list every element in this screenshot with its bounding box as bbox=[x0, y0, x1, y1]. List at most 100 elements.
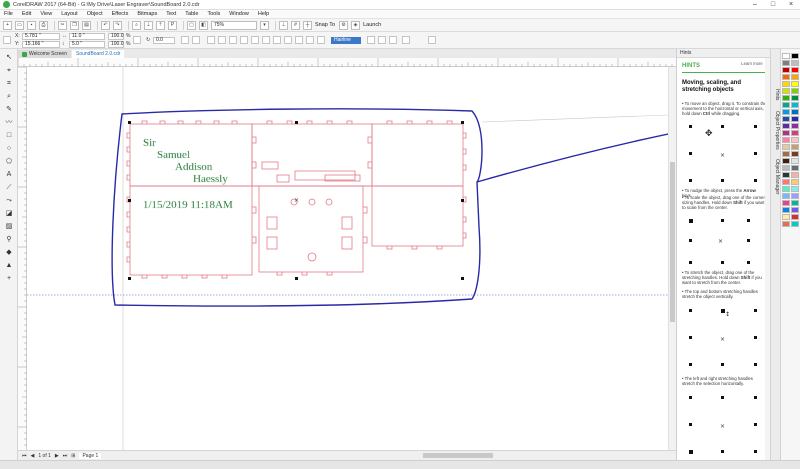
name-line-3[interactable]: Addison bbox=[175, 161, 213, 173]
menu-bitmaps[interactable]: Bitmaps bbox=[137, 11, 157, 17]
horizontal-ruler[interactable] bbox=[17, 58, 676, 67]
name-line-2[interactable]: Samuel bbox=[157, 149, 190, 161]
color-swatch[interactable] bbox=[782, 109, 790, 115]
next-page-icon[interactable]: ▶ bbox=[55, 453, 59, 459]
menu-object[interactable]: Object bbox=[87, 11, 103, 17]
new-document-icon[interactable]: + bbox=[3, 20, 12, 30]
color-swatch[interactable] bbox=[791, 172, 799, 178]
menu-help[interactable]: Help bbox=[258, 11, 269, 17]
color-swatch[interactable] bbox=[791, 95, 799, 101]
color-swatch[interactable] bbox=[782, 200, 790, 206]
color-swatch[interactable] bbox=[791, 214, 799, 220]
menu-view[interactable]: View bbox=[40, 11, 52, 17]
view-mode-icon[interactable]: ◧ bbox=[199, 20, 208, 30]
color-swatch[interactable] bbox=[791, 123, 799, 129]
color-swatch[interactable] bbox=[791, 137, 799, 143]
show-guidelines-icon[interactable]: ┼ bbox=[303, 20, 312, 30]
add-preset-icon[interactable] bbox=[428, 36, 436, 44]
handle-middle-left[interactable] bbox=[128, 199, 131, 202]
color-swatch[interactable] bbox=[791, 144, 799, 150]
vertical-scrollbar[interactable] bbox=[668, 67, 676, 450]
align-icon[interactable] bbox=[295, 36, 303, 44]
menu-layout[interactable]: Layout bbox=[61, 11, 78, 17]
page-tab[interactable]: Page 1 bbox=[79, 452, 102, 459]
break-apart-icon[interactable] bbox=[284, 36, 292, 44]
color-swatch[interactable] bbox=[791, 221, 799, 227]
color-swatch[interactable] bbox=[791, 109, 799, 115]
color-swatch[interactable] bbox=[791, 200, 799, 206]
arrowhead-icon[interactable] bbox=[251, 36, 259, 44]
export-icon[interactable]: ⇡ bbox=[156, 20, 165, 30]
color-swatch[interactable] bbox=[782, 221, 790, 227]
color-swatch[interactable] bbox=[782, 137, 790, 143]
drop-shadow-icon[interactable]: ◪ bbox=[4, 209, 14, 218]
color-swatch[interactable] bbox=[791, 81, 799, 87]
height-field[interactable]: 5.0 " bbox=[69, 41, 105, 48]
color-swatch[interactable] bbox=[791, 74, 799, 80]
panel-top-right[interactable] bbox=[371, 123, 464, 187]
handle-top-center[interactable] bbox=[295, 121, 298, 124]
open-folder-icon[interactable]: ▭ bbox=[15, 20, 24, 30]
rectangle-tool-icon[interactable]: □ bbox=[4, 131, 14, 140]
handle-top-right[interactable] bbox=[461, 121, 464, 124]
mirror-horizontal-icon[interactable] bbox=[181, 36, 189, 44]
zoom-dropdown-icon[interactable]: ▾ bbox=[260, 20, 269, 30]
show-rulers-icon[interactable]: ⊥ bbox=[279, 20, 288, 30]
save-icon[interactable]: ▪ bbox=[27, 20, 36, 30]
learn-more-link[interactable]: Learn more bbox=[739, 61, 765, 66]
tab-welcome-screen[interactable]: Welcome Screen bbox=[18, 50, 71, 58]
options-gear-icon[interactable]: ⚙ bbox=[339, 20, 349, 30]
rotation-angle-field[interactable]: 0.0 bbox=[153, 37, 175, 44]
add-page-icon[interactable]: ⊞ bbox=[71, 453, 75, 459]
color-swatch[interactable] bbox=[782, 151, 790, 157]
mirror-vertical-icon[interactable] bbox=[192, 36, 200, 44]
color-swatch[interactable] bbox=[782, 88, 790, 94]
color-swatch[interactable] bbox=[791, 186, 799, 192]
color-swatch[interactable] bbox=[782, 214, 790, 220]
color-swatch[interactable] bbox=[791, 102, 799, 108]
outline-width-select[interactable]: Hairline bbox=[331, 37, 361, 44]
menu-edit[interactable]: Edit bbox=[22, 11, 31, 17]
color-swatch[interactable] bbox=[782, 130, 790, 136]
color-swatch[interactable] bbox=[782, 53, 790, 59]
scrollbar-thumb[interactable] bbox=[670, 162, 675, 322]
handle-bottom-right[interactable] bbox=[461, 277, 464, 280]
line-style-icon[interactable] bbox=[240, 36, 248, 44]
color-swatch[interactable] bbox=[782, 179, 790, 185]
y-position-field[interactable]: 15.166 " bbox=[22, 41, 60, 48]
object-origin-icon[interactable] bbox=[3, 36, 11, 44]
print-icon[interactable]: ⎙ bbox=[39, 20, 48, 30]
node-edit-icon[interactable] bbox=[207, 36, 215, 44]
to-back-icon[interactable] bbox=[389, 36, 397, 44]
copy-icon[interactable]: ❐ bbox=[70, 20, 79, 30]
artistic-media-icon[interactable]: 〰 bbox=[4, 118, 14, 127]
undo-icon[interactable]: ↶ bbox=[101, 20, 110, 30]
color-swatch[interactable] bbox=[782, 60, 790, 66]
zoom-level-select[interactable]: 75% bbox=[211, 20, 257, 30]
redo-icon[interactable]: ↷ bbox=[113, 20, 122, 30]
lock-ratio-icon[interactable] bbox=[133, 36, 141, 44]
add-tool-icon[interactable]: + bbox=[4, 274, 14, 283]
color-swatch[interactable] bbox=[782, 207, 790, 213]
color-swatch[interactable] bbox=[782, 102, 790, 108]
wrap-text-icon[interactable] bbox=[367, 36, 375, 44]
show-grid-icon[interactable]: # bbox=[291, 20, 300, 30]
color-swatch[interactable] bbox=[791, 67, 799, 73]
publish-pdf-icon[interactable]: P bbox=[168, 20, 177, 30]
polygon-tool-icon[interactable]: ⬠ bbox=[4, 157, 14, 166]
freehand-tool-icon[interactable]: ✎ bbox=[4, 105, 14, 114]
launch-dropdown[interactable]: Launch bbox=[363, 22, 381, 28]
side-tab-hints[interactable]: Hints bbox=[772, 89, 780, 100]
menu-effects[interactable]: Effects bbox=[112, 11, 129, 17]
menu-window[interactable]: Window bbox=[229, 11, 249, 17]
text-tool-icon[interactable]: A bbox=[4, 170, 14, 179]
cut-icon[interactable]: ✂ bbox=[58, 20, 67, 30]
color-swatch[interactable] bbox=[791, 179, 799, 185]
menu-file[interactable]: File bbox=[4, 11, 13, 17]
color-swatch[interactable] bbox=[782, 74, 790, 80]
color-swatch[interactable] bbox=[791, 116, 799, 122]
import-icon[interactable]: ⇣ bbox=[144, 20, 153, 30]
color-swatch[interactable] bbox=[791, 165, 799, 171]
color-swatch[interactable] bbox=[791, 207, 799, 213]
close-curve-icon[interactable] bbox=[262, 36, 270, 44]
